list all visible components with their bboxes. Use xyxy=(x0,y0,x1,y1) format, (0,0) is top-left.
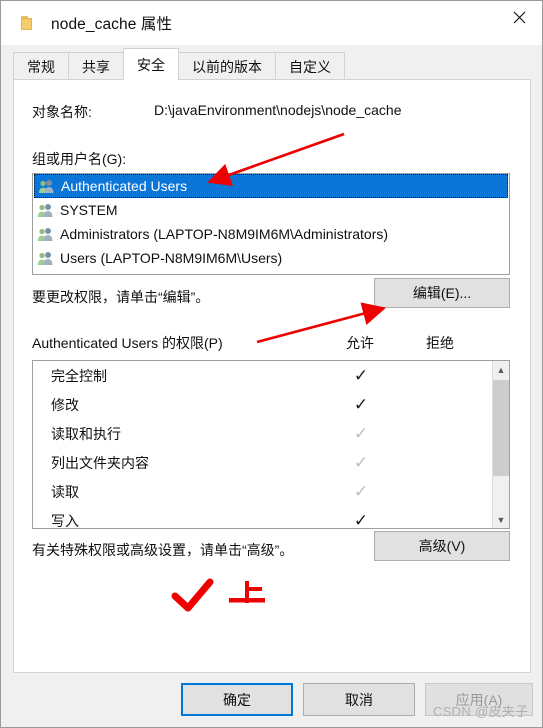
scroll-down-icon[interactable]: ▼ xyxy=(493,511,509,528)
ok-button[interactable]: 确定 xyxy=(181,683,293,716)
permissions-scrollbar[interactable]: ▲ ▼ xyxy=(492,361,509,528)
permission-label: 列出文件夹内容 xyxy=(51,454,149,471)
object-name-value: D:\javaEnvironment\nodejs\node_cache xyxy=(154,102,402,118)
allow-check-icon: ✓ xyxy=(353,453,369,472)
table-row[interactable]: 写入 ✓ xyxy=(33,506,492,529)
allow-check-icon: ✓ xyxy=(353,511,369,529)
window-title: node_cache 属性 xyxy=(51,16,173,33)
title-bar: node_cache 属性 xyxy=(1,1,542,45)
object-name-row: 对象名称: D:\javaEnvironment\nodejs\node_cac… xyxy=(32,102,402,122)
tab-general[interactable]: 常规 xyxy=(13,52,69,80)
watermark: CSDN @皮夹子 xyxy=(433,704,529,719)
table-row[interactable]: 修改 ✓ xyxy=(33,390,492,419)
permission-label: 完全控制 xyxy=(51,367,107,384)
cancel-button[interactable]: 取消 xyxy=(303,683,415,716)
list-item[interactable]: Administrators (LAPTOP-N8M9IM6M\Administ… xyxy=(33,222,509,246)
advanced-button[interactable]: 高级(V) xyxy=(374,531,510,561)
scrollbar-thumb[interactable] xyxy=(493,380,509,476)
tab-customize[interactable]: 自定义 xyxy=(275,52,345,80)
close-button[interactable] xyxy=(496,1,542,34)
column-header-deny: 拒绝 xyxy=(426,335,454,351)
permission-label: 读取和执行 xyxy=(51,425,121,442)
list-item[interactable]: Users (LAPTOP-N8M9IM6M\Users) xyxy=(33,246,509,270)
close-icon xyxy=(513,11,525,24)
users-group-icon xyxy=(38,203,53,217)
allow-check-icon: ✓ xyxy=(353,366,369,385)
table-row[interactable]: 列出文件夹内容 ✓ xyxy=(33,448,492,477)
tab-security[interactable]: 安全 xyxy=(123,48,179,80)
tab-previous-versions[interactable]: 以前的版本 xyxy=(178,52,276,80)
advanced-hint-text: 有关特殊权限或高级设置，请单击“高级”。 xyxy=(32,542,294,558)
list-item-label: Authenticated Users xyxy=(61,178,188,194)
security-tab-page: 对象名称: D:\javaEnvironment\nodejs\node_cac… xyxy=(13,79,531,673)
edit-button[interactable]: 编辑(E)... xyxy=(374,278,510,308)
table-row[interactable]: 完全控制 ✓ xyxy=(33,361,492,390)
users-group-icon xyxy=(38,251,53,265)
scroll-up-icon[interactable]: ▲ xyxy=(493,361,509,378)
properties-dialog: node_cache 属性 常规 共享 安全 以前的版本 自定义 对象名称: D… xyxy=(0,0,543,728)
list-item-label: SYSTEM xyxy=(60,202,118,218)
users-group-icon xyxy=(39,179,54,193)
scrollbar-track[interactable] xyxy=(493,378,509,511)
table-row[interactable]: 读取和执行 ✓ xyxy=(33,419,492,448)
group-list[interactable]: Authenticated Users SYSTEM Administrator… xyxy=(32,173,510,275)
list-item-label: Administrators (LAPTOP-N8M9IM6M\Administ… xyxy=(60,226,389,242)
folder-icon xyxy=(21,15,38,31)
allow-check-icon: ✓ xyxy=(353,482,369,501)
tab-strip: 常规 共享 安全 以前的版本 自定义 xyxy=(1,45,542,80)
table-row[interactable]: 读取 ✓ xyxy=(33,477,492,506)
users-group-icon xyxy=(38,227,53,241)
edit-hint-text: 要更改权限，请单击“编辑”。 xyxy=(32,289,210,305)
list-item[interactable]: Authenticated Users xyxy=(34,174,508,198)
column-header-allow: 允许 xyxy=(346,335,374,351)
permission-label: 修改 xyxy=(51,396,79,413)
list-item[interactable]: SYSTEM xyxy=(33,198,509,222)
group-list-label: 组或用户名(G): xyxy=(32,151,127,167)
allow-check-icon: ✓ xyxy=(353,424,369,443)
permission-label: 写入 xyxy=(51,512,79,529)
tab-sharing[interactable]: 共享 xyxy=(68,52,124,80)
list-item-label: Users (LAPTOP-N8M9IM6M\Users) xyxy=(60,250,283,266)
permissions-list[interactable]: 完全控制 ✓ 修改 ✓ 读取和执行 ✓ 列出文件夹内容 ✓ 读取 ✓ 写入 ✓ … xyxy=(32,360,510,529)
permission-label: 读取 xyxy=(51,483,79,500)
permissions-title: Authenticated Users 的权限(P) xyxy=(32,335,223,351)
object-name-label: 对象名称: xyxy=(32,104,92,120)
allow-check-icon: ✓ xyxy=(353,395,369,414)
